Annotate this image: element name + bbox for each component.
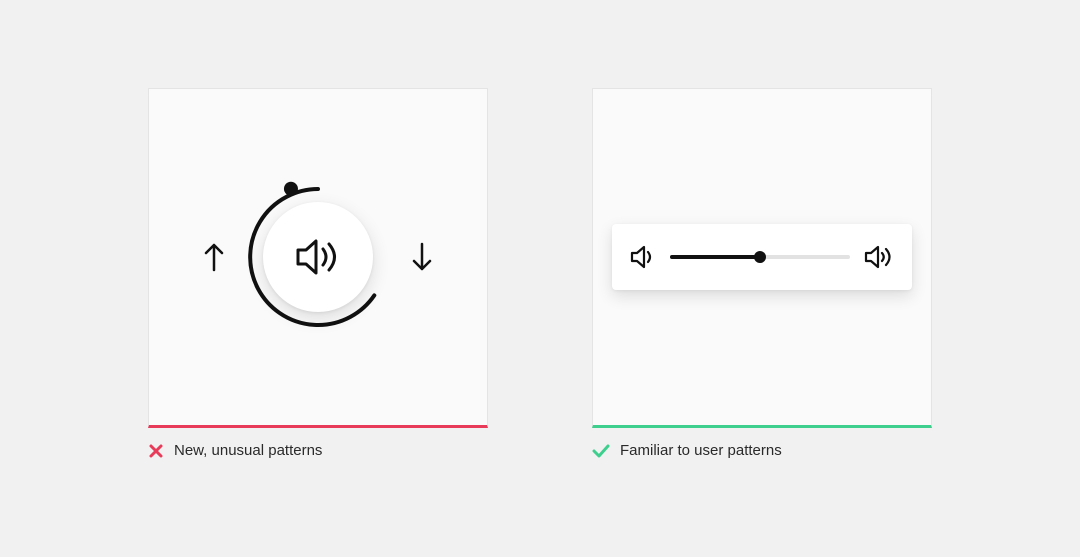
dial-inner [263,202,373,312]
slider-track[interactable] [670,255,850,259]
bad-caption-text: New, unusual patterns [174,442,322,459]
good-example: Familiar to user patterns [592,88,932,459]
speaker-low-icon [630,245,656,269]
slider-fill [670,255,760,259]
speaker-icon [294,237,342,277]
bad-example-card [148,88,488,428]
good-example-card [592,88,932,428]
volume-slider-control[interactable] [612,224,912,290]
check-icon [592,444,610,458]
volume-dial-control[interactable] [203,182,433,332]
speaker-high-icon [864,245,894,269]
comparison-container: New, unusual patterns [148,88,932,459]
arrow-down-icon[interactable] [411,242,433,272]
arrow-up-icon[interactable] [203,242,225,272]
good-caption-text: Familiar to user patterns [620,442,782,459]
volume-dial[interactable] [243,182,393,332]
good-caption: Familiar to user patterns [592,442,932,459]
cross-icon [148,443,164,459]
bad-caption: New, unusual patterns [148,442,488,459]
bad-example: New, unusual patterns [148,88,488,459]
slider-thumb[interactable] [754,251,766,263]
